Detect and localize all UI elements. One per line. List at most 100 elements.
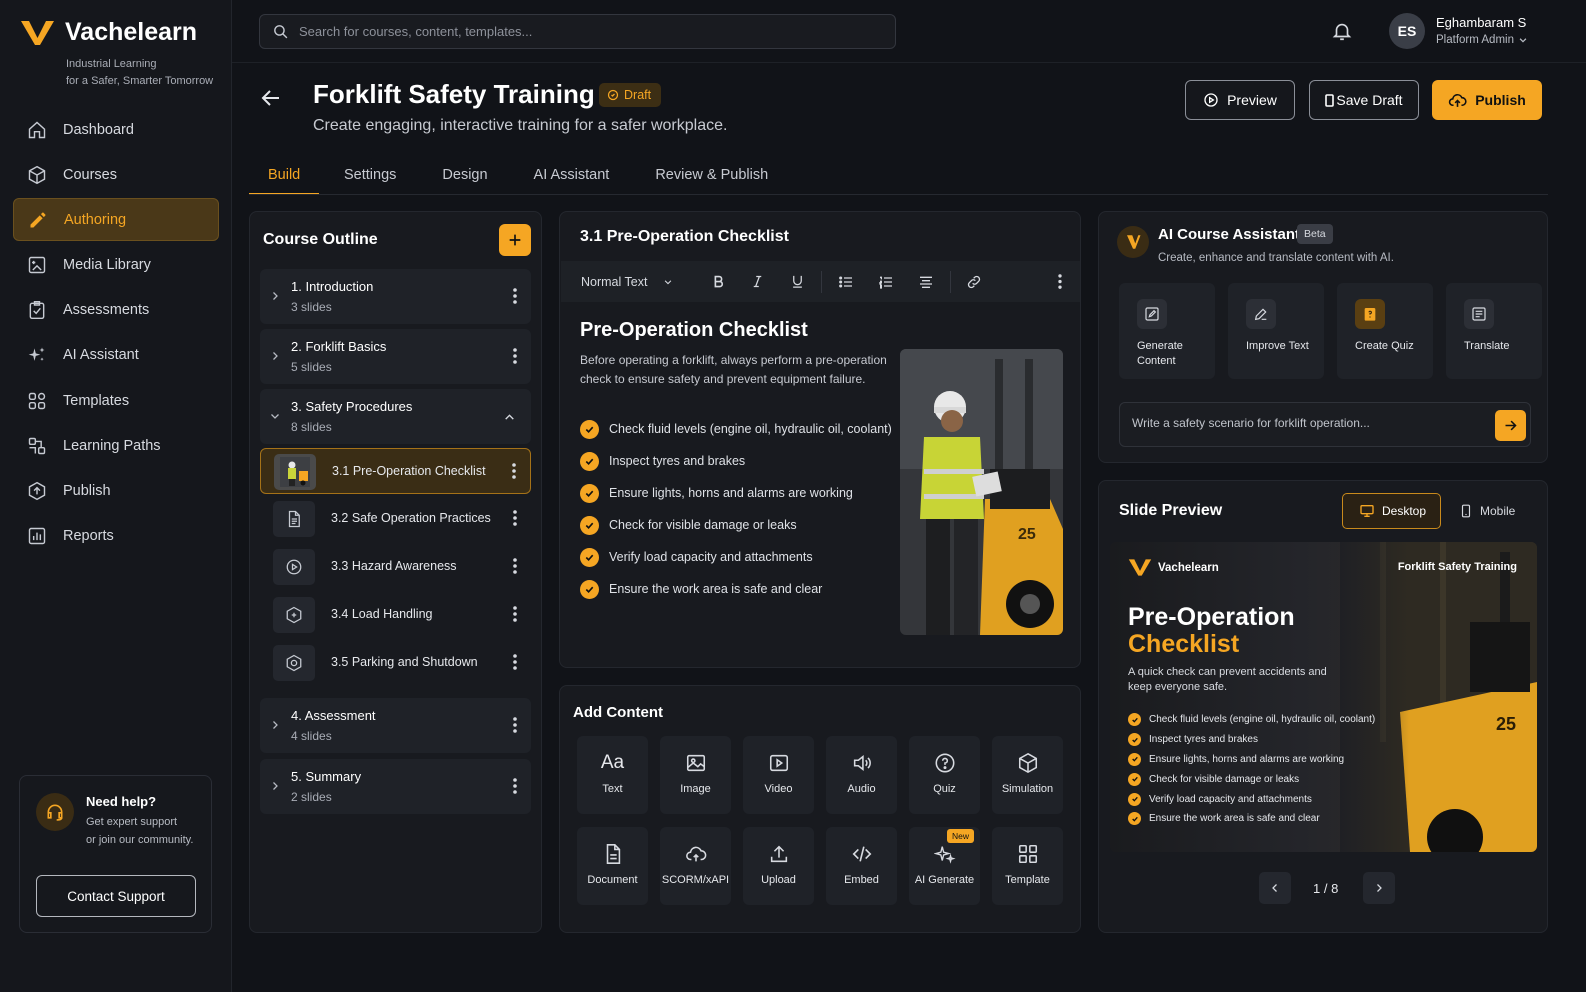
more-vertical-icon[interactable] [512, 463, 516, 479]
more-vertical-icon[interactable] [513, 348, 517, 364]
more-vertical-icon[interactable] [513, 510, 517, 526]
preview-button[interactable]: Preview [1185, 80, 1295, 120]
bullet-list-icon[interactable] [826, 274, 866, 290]
slide-item[interactable]: 3.2 Safe Operation Practices [260, 496, 531, 542]
add-image-button[interactable]: Image [660, 736, 731, 814]
section-count: 3 slides [291, 300, 332, 314]
back-arrow-icon[interactable] [259, 86, 283, 110]
align-center-icon[interactable] [906, 274, 946, 290]
underline-icon[interactable] [778, 274, 818, 289]
outline-section[interactable]: 5. Summary 2 slides [260, 759, 531, 814]
sidebar-item-templates[interactable]: Templates [13, 379, 219, 422]
more-vertical-icon[interactable] [513, 654, 517, 670]
send-arrow-icon[interactable] [1495, 410, 1526, 441]
content-paragraph[interactable]: Before operating a forklift, always perf… [580, 351, 905, 389]
sidebar-item-reports[interactable]: Reports [13, 515, 219, 558]
notifications-bell-icon[interactable] [1331, 20, 1353, 42]
sidebar-item-dashboard[interactable]: Dashboard [13, 108, 219, 151]
numbered-list-icon[interactable] [866, 274, 906, 290]
add-video-button[interactable]: Video [743, 736, 814, 814]
forklift-worker-image[interactable]: 25 [900, 349, 1063, 635]
tab-design[interactable]: Design [442, 161, 487, 195]
save-draft-button[interactable]: Save Draft [1309, 80, 1419, 120]
add-embed-button[interactable]: Embed [826, 827, 897, 905]
help-card: Need help? Get expert support or join ou… [19, 775, 212, 933]
topbar-divider [232, 62, 1586, 63]
more-vertical-icon[interactable] [513, 288, 517, 304]
more-vertical-icon[interactable] [513, 717, 517, 733]
add-audio-button[interactable]: Audio [826, 736, 897, 814]
generate-content-button[interactable]: Generate Content [1119, 283, 1215, 379]
add-section-button[interactable] [499, 224, 531, 256]
checklist-item[interactable]: Check for visible damage or leaks [580, 509, 892, 541]
preview-checklist-item: Check fluid levels (engine oil, hydrauli… [1128, 710, 1375, 730]
tile-label: Upload [761, 874, 796, 886]
slide-item[interactable]: 3.4 Load Handling [260, 592, 531, 638]
tab-settings[interactable]: Settings [344, 161, 396, 195]
link-icon[interactable] [955, 274, 995, 290]
slide-preview-canvas[interactable]: 25 Vachelearn Forklift Safety Training P… [1110, 542, 1537, 852]
checklist-item[interactable]: Ensure the work area is safe and clear [580, 573, 892, 605]
outline-section[interactable]: 1. Introduction 3 slides [260, 269, 531, 324]
slide-item[interactable]: 3.5 Parking and Shutdown [260, 640, 531, 686]
more-vertical-icon[interactable] [513, 606, 517, 622]
tab-review-publish[interactable]: Review & Publish [655, 161, 768, 195]
outline-section[interactable]: 4. Assessment 4 slides [260, 698, 531, 753]
add-template-button[interactable]: Template [992, 827, 1063, 905]
sidebar-item-learning-paths[interactable]: Learning Paths [13, 424, 219, 467]
add-text-button[interactable]: Aa Text [577, 736, 648, 814]
sidebar-item-publish[interactable]: Publish [13, 470, 219, 513]
tab-ai-assistant[interactable]: AI Assistant [534, 161, 610, 195]
add-quiz-button[interactable]: Quiz [909, 736, 980, 814]
sidebar-item-assessments[interactable]: Assessments [13, 289, 219, 332]
sidebar-item-courses[interactable]: Courses [13, 153, 219, 196]
new-badge: New [946, 829, 974, 843]
next-slide-button[interactable] [1363, 872, 1395, 904]
user-avatar[interactable]: ES [1389, 13, 1425, 49]
user-role: Platform Admin [1436, 34, 1514, 46]
add-ai-generate-button[interactable]: New AI Generate [909, 827, 980, 905]
ai-prompt-field[interactable] [1119, 402, 1531, 447]
italic-icon[interactable] [738, 274, 778, 289]
desktop-toggle[interactable]: Desktop [1342, 493, 1441, 529]
outline-section-expanded[interactable]: 3. Safety Procedures 8 slides [260, 389, 531, 444]
create-quiz-button[interactable]: Create Quiz [1337, 283, 1433, 379]
tab-build[interactable]: Build [249, 161, 319, 195]
outline-section[interactable]: 2. Forklift Basics 5 slides [260, 329, 531, 384]
bold-icon[interactable] [698, 274, 738, 289]
previous-slide-button[interactable] [1259, 872, 1291, 904]
action-label: Create Quiz [1355, 340, 1414, 352]
ai-prompt-input[interactable] [1132, 416, 1492, 430]
checklist-item[interactable]: Ensure lights, horns and alarms are work… [580, 477, 892, 509]
add-simulation-button[interactable]: Simulation [992, 736, 1063, 814]
contact-support-button[interactable]: Contact Support [36, 875, 196, 917]
global-search[interactable] [259, 14, 896, 49]
more-vertical-icon[interactable] [513, 558, 517, 574]
slide-item-active[interactable]: 3.1 Pre-Operation Checklist [260, 448, 531, 494]
content-heading[interactable]: Pre-Operation Checklist [580, 319, 808, 342]
text-style-select[interactable]: Normal Text [561, 275, 690, 289]
improve-text-button[interactable]: Improve Text [1228, 283, 1324, 379]
sidebar-item-ai-assistant[interactable]: AI Assistant [13, 334, 219, 377]
checklist-item[interactable]: Check fluid levels (engine oil, hydrauli… [580, 413, 892, 445]
brand-logo[interactable]: Vachelearn [20, 18, 197, 47]
add-scorm-button[interactable]: SCORM/xAPI [660, 827, 731, 905]
user-role-menu[interactable]: Platform Admin [1436, 34, 1528, 46]
search-input[interactable] [299, 24, 859, 39]
publish-button[interactable]: Publish [1432, 80, 1542, 120]
slide-item[interactable]: 3.3 Hazard Awareness [260, 544, 531, 590]
preview-heading-line-1: Pre-Operation [1128, 603, 1295, 631]
more-vertical-icon[interactable] [513, 778, 517, 794]
more-vertical-icon[interactable] [1040, 274, 1080, 289]
add-upload-button[interactable]: Upload [743, 827, 814, 905]
checklist-item[interactable]: Verify load capacity and attachments [580, 541, 892, 573]
checklist-item[interactable]: Inspect tyres and brakes [580, 445, 892, 477]
translate-button[interactable]: Translate [1446, 283, 1542, 379]
sidebar-item-media-library[interactable]: Media Library [13, 244, 219, 287]
chevron-up-icon[interactable] [503, 411, 516, 424]
add-content-title: Add Content [573, 704, 663, 721]
sidebar-item-authoring[interactable]: Authoring [13, 198, 219, 242]
user-name[interactable]: Eghambaram S [1436, 15, 1526, 30]
mobile-toggle[interactable]: Mobile [1443, 493, 1537, 529]
add-document-button[interactable]: Document [577, 827, 648, 905]
